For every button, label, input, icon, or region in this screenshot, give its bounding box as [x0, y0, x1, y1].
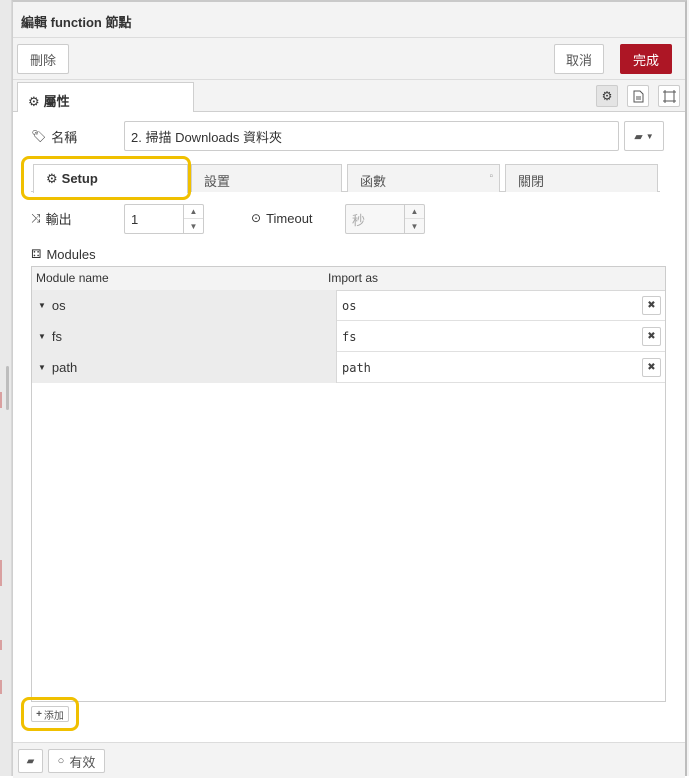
node-edge-mark — [0, 392, 2, 408]
tab-appearance-icon-button[interactable] — [658, 85, 680, 107]
spinner-up-icon[interactable]: ▲ — [405, 205, 424, 219]
table-row: ▼ fs fs ✖ — [32, 321, 665, 352]
document-icon — [633, 90, 643, 102]
gear-icon: ⚙ — [601, 89, 613, 103]
done-button[interactable]: 完成 — [620, 44, 672, 74]
add-highlight-annotation — [21, 697, 79, 731]
help-button[interactable]: ▰ — [18, 749, 43, 773]
caret-down-icon[interactable]: ▼ — [38, 332, 46, 341]
outputs-label: 輸出 — [45, 211, 72, 227]
clock-icon: ⊙ — [251, 211, 262, 225]
column-header-import-as: Import as — [328, 271, 379, 285]
delete-button[interactable]: 刪除 — [17, 44, 69, 74]
timeout-spinner[interactable]: ▲ ▼ — [404, 205, 424, 233]
node-edge-mark — [0, 560, 2, 586]
tray-title: 編輯 function 節點 — [13, 2, 685, 38]
name-label: 名稱 — [51, 129, 78, 145]
modules-label-row: ⚃ Modules — [31, 244, 96, 264]
remove-icon[interactable]: ✖ — [642, 358, 661, 377]
modules-table: Module name Import as ▼ os os ✖ ▼ fs fs … — [31, 266, 666, 702]
module-name: path — [51, 360, 78, 375]
caret-down-icon: ▼ — [645, 131, 654, 141]
cubes-icon: ⚃ — [31, 247, 42, 261]
tab-properties[interactable]: ⚙ 屬性 — [17, 82, 194, 113]
remove-icon[interactable]: ✖ — [642, 296, 661, 315]
module-name-cell[interactable]: ▼ os — [32, 290, 337, 321]
node-edge-mark — [0, 640, 2, 650]
subtab-init[interactable]: 設置 — [191, 164, 342, 192]
cancel-button[interactable]: 取消 — [554, 44, 604, 74]
name-input[interactable]: 2. 掃描 Downloads 資料夾 — [124, 121, 619, 151]
enabled-label: 有效 — [69, 754, 96, 770]
caret-down-icon[interactable]: ▼ — [38, 301, 46, 310]
module-name-cell[interactable]: ▼ fs — [32, 321, 337, 352]
setup-highlight-annotation — [21, 156, 191, 200]
table-row: ▼ path path ✖ — [32, 352, 665, 383]
tray-toolbar: 刪除 取消 完成 — [13, 38, 685, 80]
tab-settings-icon-button[interactable]: ⚙ — [596, 85, 618, 107]
workspace-edge — [0, 0, 12, 776]
book-icon: ▰ — [634, 130, 643, 143]
module-name-cell[interactable]: ▼ path — [32, 352, 337, 383]
frame-icon — [662, 89, 676, 103]
code-file-icon: ▫ — [489, 171, 493, 182]
import-as-field[interactable]: fs — [342, 330, 356, 344]
outputs-value: 1 — [131, 211, 139, 227]
enabled-toggle-button[interactable]: ○ 有效 — [48, 749, 105, 773]
tray-footer: ▰ ○ 有效 — [13, 742, 685, 778]
tab-properties-label: 屬性 — [43, 94, 70, 109]
tag-icon: 🏷 — [31, 129, 47, 143]
circle-icon: ○ — [57, 755, 65, 767]
column-header-module-name: Module name — [36, 271, 109, 285]
properties-panel: 🏷 名稱 2. 掃描 Downloads 資料夾 ▰ ▼ ⚙ Setup 設置 函… — [13, 112, 685, 742]
spinner-down-icon[interactable]: ▼ — [405, 219, 424, 233]
outputs-label-row: ⤨ 輸出 — [31, 208, 72, 228]
spinner-down-icon[interactable]: ▼ — [184, 219, 203, 233]
resize-handle[interactable] — [6, 366, 9, 410]
outputs-input[interactable]: 1 ▲ ▼ — [124, 204, 204, 234]
outputs-spinner[interactable]: ▲ ▼ — [183, 205, 203, 233]
book-icon: ▰ — [26, 755, 35, 767]
subtab-function-label: 函數 — [360, 174, 387, 189]
tray-tabs: ⚙ 屬性 ⚙ — [13, 80, 685, 113]
shuffle-icon: ⤨ — [31, 210, 41, 225]
node-edge-mark — [0, 680, 2, 694]
modules-table-header: Module name Import as — [32, 267, 665, 291]
module-name: fs — [51, 329, 63, 344]
modules-label: Modules — [46, 246, 96, 262]
timeout-placeholder: 秒 — [352, 212, 366, 228]
import-as-field[interactable]: os — [342, 299, 356, 313]
module-name: os — [51, 298, 66, 313]
timeout-label: Timeout — [266, 210, 313, 226]
edit-tray: 編輯 function 節點 刪除 取消 完成 ⚙ 屬性 ⚙ 🏷 名稱 2. 掃描… — [12, 0, 687, 778]
spinner-up-icon[interactable]: ▲ — [184, 205, 203, 219]
timeout-label-row: ⊙ Timeout — [251, 208, 313, 228]
name-label-row: 🏷 名稱 — [31, 126, 77, 146]
subtab-close[interactable]: 關閉 — [505, 164, 658, 192]
remove-icon[interactable]: ✖ — [642, 327, 661, 346]
caret-down-icon[interactable]: ▼ — [38, 363, 46, 372]
gear-icon: ⚙ — [28, 94, 40, 109]
import-as-field[interactable]: path — [342, 361, 371, 375]
tab-description-icon-button[interactable] — [627, 85, 649, 107]
subtab-function[interactable]: 函數 ▫ — [347, 164, 500, 192]
table-row: ▼ os os ✖ — [32, 290, 665, 321]
timeout-input[interactable]: 秒 ▲ ▼ — [345, 204, 425, 234]
library-button[interactable]: ▰ ▼ — [624, 121, 664, 151]
